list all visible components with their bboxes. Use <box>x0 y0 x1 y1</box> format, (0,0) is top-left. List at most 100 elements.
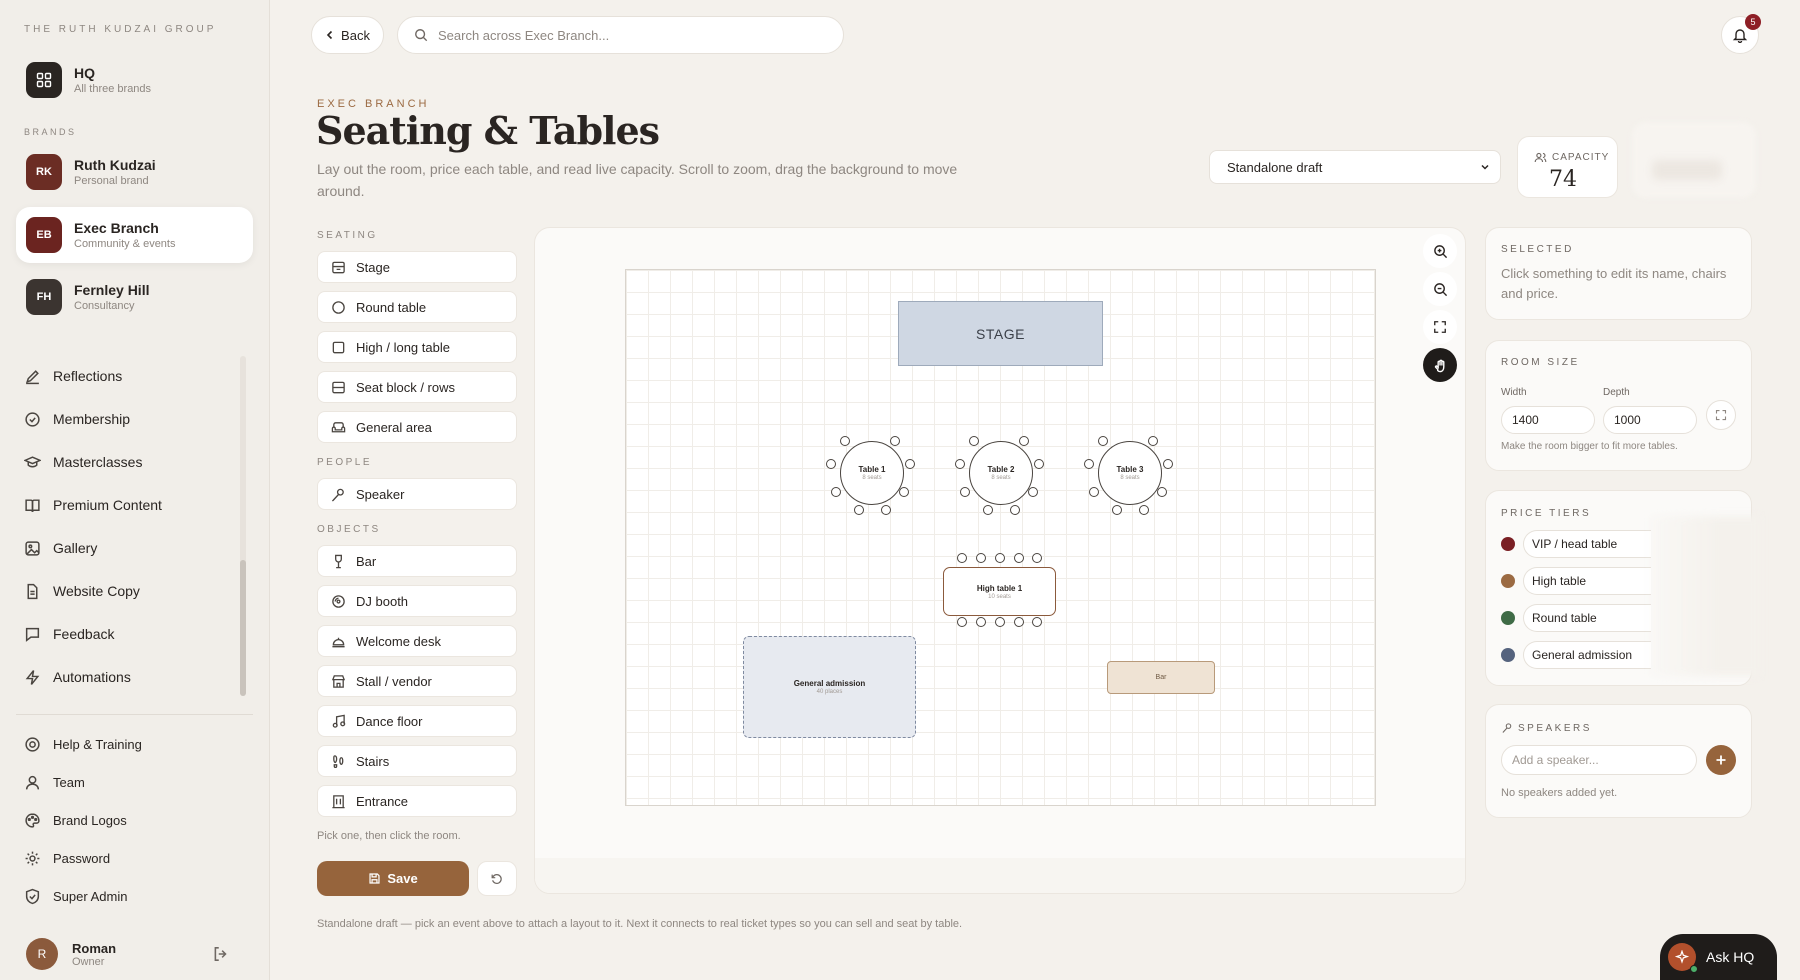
palette-speaker[interactable]: Speaker <box>317 478 517 510</box>
room-fit-button[interactable] <box>1706 400 1736 430</box>
chair[interactable] <box>1032 617 1042 627</box>
tier-color-swatch[interactable] <box>1501 537 1515 551</box>
round-table-3[interactable]: Table 3 8 seats <box>1098 441 1162 505</box>
palette-stairs[interactable]: Stairs <box>317 745 517 777</box>
chair[interactable] <box>1157 487 1167 497</box>
chair[interactable] <box>1163 459 1173 469</box>
chair[interactable] <box>955 459 965 469</box>
nav-feedback[interactable]: Feedback <box>24 614 234 654</box>
chair[interactable] <box>831 487 841 497</box>
chair[interactable] <box>1010 505 1020 515</box>
nav-premium-content[interactable]: Premium Content <box>24 485 234 525</box>
sidebar-brand-exec-branch[interactable]: EB Exec Branch Community & events <box>16 207 253 263</box>
chair[interactable] <box>969 436 979 446</box>
chair[interactable] <box>983 505 993 515</box>
zoom-in-button[interactable] <box>1423 234 1457 268</box>
chair[interactable] <box>890 436 900 446</box>
tier-name-input[interactable]: High table <box>1523 567 1651 595</box>
search-input[interactable] <box>438 27 818 43</box>
nav-automations[interactable]: Automations <box>24 657 234 697</box>
round-table-2[interactable]: Table 2 8 seats <box>969 441 1033 505</box>
nav-help-training[interactable]: Help & Training <box>24 725 234 763</box>
nav-gallery[interactable]: Gallery <box>24 528 234 568</box>
depth-input[interactable]: 1000 <box>1603 406 1697 434</box>
palette-stage[interactable]: Stage <box>317 251 517 283</box>
chair[interactable] <box>976 553 986 563</box>
nav-super-admin[interactable]: Super Admin <box>24 877 234 915</box>
tier-name-input[interactable]: General admission <box>1523 641 1651 669</box>
tier-vip[interactable]: VIP / head table <box>1501 530 1651 558</box>
tier-round-table[interactable]: Round table <box>1501 604 1651 632</box>
room-floor[interactable]: STAGE Table 1 8 seats Table 2 8 seats Ta… <box>625 269 1376 806</box>
nav-password[interactable]: Password <box>24 839 234 877</box>
tier-color-swatch[interactable] <box>1501 648 1515 662</box>
width-input[interactable]: 1400 <box>1501 406 1595 434</box>
chair[interactable] <box>995 617 1005 627</box>
chair[interactable] <box>1028 487 1038 497</box>
palette-seat-block[interactable]: Seat block / rows <box>317 371 517 403</box>
chair[interactable] <box>1098 436 1108 446</box>
chair[interactable] <box>1139 505 1149 515</box>
pan-mode-button[interactable] <box>1423 348 1457 382</box>
sidebar-scrollbar[interactable] <box>240 560 246 696</box>
chair[interactable] <box>1112 505 1122 515</box>
seating-canvas[interactable]: STAGE Table 1 8 seats Table 2 8 seats Ta… <box>534 227 1466 894</box>
chair[interactable] <box>995 553 1005 563</box>
chair[interactable] <box>957 553 967 563</box>
chair[interactable] <box>1014 617 1024 627</box>
user-profile[interactable]: R Roman Owner <box>26 938 116 970</box>
chair[interactable] <box>1019 436 1029 446</box>
palette-dance-floor[interactable]: Dance floor <box>317 705 517 737</box>
tier-color-swatch[interactable] <box>1501 574 1515 588</box>
chair[interactable] <box>1032 553 1042 563</box>
tier-general-admission[interactable]: General admission <box>1501 641 1651 669</box>
palette-bar[interactable]: Bar <box>317 545 517 577</box>
palette-stall-vendor[interactable]: Stall / vendor <box>317 665 517 697</box>
sidebar-brand-ruth-kudzai[interactable]: RK Ruth Kudzai Personal brand <box>16 144 253 200</box>
nav-membership[interactable]: Membership <box>24 399 234 439</box>
tier-name-input[interactable]: Round table <box>1523 604 1651 632</box>
layout-select[interactable]: Standalone draft <box>1209 150 1501 184</box>
tier-color-swatch[interactable] <box>1501 611 1515 625</box>
save-button[interactable]: Save <box>317 861 469 896</box>
tier-name-input[interactable]: VIP / head table <box>1523 530 1651 558</box>
chair[interactable] <box>957 617 967 627</box>
zoom-out-button[interactable] <box>1423 272 1457 306</box>
chair[interactable] <box>881 505 891 515</box>
chair[interactable] <box>1089 487 1099 497</box>
chair[interactable] <box>826 459 836 469</box>
tier-high-table[interactable]: High table <box>1501 567 1651 595</box>
chair[interactable] <box>1084 459 1094 469</box>
speaker-input[interactable] <box>1501 745 1697 775</box>
sidebar-hq[interactable]: HQ All three brands <box>16 52 253 108</box>
round-table-1[interactable]: Table 1 8 seats <box>840 441 904 505</box>
sidebar-brand-fernley-hill[interactable]: FH Fernley Hill Consultancy <box>16 269 253 325</box>
back-button[interactable]: Back <box>311 16 384 54</box>
reset-button[interactable] <box>477 861 517 896</box>
add-speaker-button[interactable] <box>1706 745 1736 775</box>
stage-object[interactable]: STAGE <box>898 301 1103 366</box>
chair[interactable] <box>1014 553 1024 563</box>
chair[interactable] <box>960 487 970 497</box>
palette-high-long-table[interactable]: High / long table <box>317 331 517 363</box>
nav-masterclasses[interactable]: Masterclasses <box>24 442 234 482</box>
palette-general-area[interactable]: General area <box>317 411 517 443</box>
chair[interactable] <box>1148 436 1158 446</box>
general-admission-area[interactable]: General admission 40 places <box>743 636 916 738</box>
chair[interactable] <box>899 487 909 497</box>
chair[interactable] <box>854 505 864 515</box>
palette-welcome-desk[interactable]: Welcome desk <box>317 625 517 657</box>
chair[interactable] <box>976 617 986 627</box>
ask-hq-button[interactable]: Ask HQ <box>1660 934 1777 980</box>
bar-object[interactable]: Bar <box>1107 661 1215 694</box>
palette-dj-booth[interactable]: DJ booth <box>317 585 517 617</box>
nav-brand-logos[interactable]: Brand Logos <box>24 801 234 839</box>
high-table-1[interactable]: High table 1 10 seats <box>943 567 1056 616</box>
fit-to-screen-button[interactable] <box>1423 310 1457 344</box>
search-bar[interactable] <box>397 16 844 54</box>
nav-team[interactable]: Team <box>24 763 234 801</box>
nav-website-copy[interactable]: Website Copy <box>24 571 234 611</box>
chair[interactable] <box>905 459 915 469</box>
palette-entrance[interactable]: Entrance <box>317 785 517 817</box>
chair[interactable] <box>840 436 850 446</box>
